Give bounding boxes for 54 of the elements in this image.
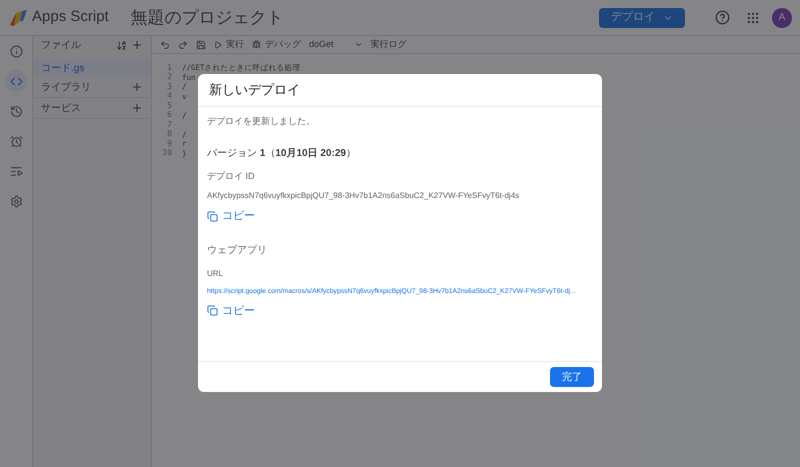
section-label: サービス xyxy=(41,102,82,116)
alarm-clock-icon xyxy=(10,134,22,148)
line-number: 3 xyxy=(166,80,172,92)
deploy-button[interactable]: デプロイ xyxy=(599,8,685,28)
gear-icon xyxy=(10,194,22,208)
section-heading: ウェブアプリ xyxy=(207,244,268,258)
copy-button[interactable]: コピー xyxy=(207,302,255,320)
history-icon xyxy=(10,104,22,118)
sort-icon[interactable] xyxy=(116,40,127,50)
done-button[interactable]: 完了 xyxy=(550,367,594,387)
redo-icon[interactable] xyxy=(178,40,188,50)
field-label: デプロイ ID xyxy=(207,170,256,182)
undo-icon[interactable] xyxy=(160,40,170,50)
info-icon xyxy=(10,44,22,58)
line-number: 10 xyxy=(161,147,172,160)
run-button[interactable]: 実行 xyxy=(214,38,244,52)
caret-icon xyxy=(354,40,363,49)
play-icon xyxy=(214,40,222,48)
line-number: 7 xyxy=(166,118,172,130)
log-button[interactable]: 実行ログ xyxy=(370,38,407,52)
avatar[interactable]: A xyxy=(772,8,792,28)
add-icon[interactable] xyxy=(131,81,143,93)
line-number: 9 xyxy=(166,138,172,149)
project-title: 無題のプロジェクト xyxy=(130,6,284,29)
add-icon[interactable] xyxy=(131,39,143,51)
line-number: 8 xyxy=(166,128,172,140)
product-name: Apps Script xyxy=(32,7,109,28)
section-label: ライブラリ xyxy=(41,80,92,94)
copy-icon xyxy=(207,210,218,222)
line-number: 5 xyxy=(166,100,172,111)
help-icon[interactable] xyxy=(715,10,730,25)
status-message: デプロイを更新しました。 xyxy=(207,115,316,128)
list-icon xyxy=(10,164,22,178)
sidebar-tab[interactable] xyxy=(5,70,27,92)
copy-icon xyxy=(207,305,218,316)
copy-button[interactable]: コピー xyxy=(207,208,255,224)
line-number: 1 xyxy=(166,62,172,73)
line-number: 4 xyxy=(166,90,172,102)
apps-icon[interactable] xyxy=(746,10,760,24)
line-number: 2 xyxy=(166,71,172,83)
line-number: 6 xyxy=(166,109,172,121)
bug-icon xyxy=(252,40,261,49)
file-item[interactable]: コード.gs xyxy=(33,59,151,77)
field-label: URL xyxy=(207,268,224,280)
dialog-title: 新しいデプロイ xyxy=(209,81,300,100)
function-select[interactable]: doGet xyxy=(309,38,363,52)
add-icon[interactable] xyxy=(131,102,143,114)
save-icon[interactable] xyxy=(196,40,206,50)
logo-icon xyxy=(8,8,28,26)
code-brackets-icon xyxy=(10,74,22,88)
files-heading: ファイル xyxy=(41,38,82,52)
debug-button[interactable]: デバッグ xyxy=(252,38,301,52)
deploy-id: AKfycbypssN7q6vuyfkxpicBpjQU7_98-3Hv7b1A2ns6aSbuC2_K27VW-FYeSFvyT6t-dj4s xyxy=(207,190,520,202)
version-label: バージョン 1（10月10日 20:29） xyxy=(207,146,357,160)
